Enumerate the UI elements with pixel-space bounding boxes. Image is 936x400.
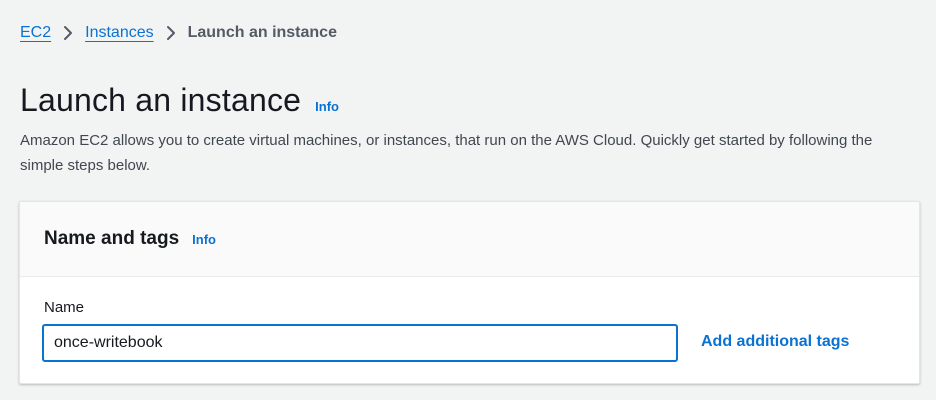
panel-info-link[interactable]: Info — [192, 232, 216, 247]
breadcrumb-item-instances[interactable]: Instances — [85, 24, 153, 42]
panel-title: Name and tags — [44, 228, 180, 249]
page-info-link[interactable]: Info — [315, 99, 339, 114]
breadcrumb-item-current: Launch an instance — [187, 24, 337, 41]
page-title: Launch an instance — [20, 82, 302, 118]
name-input[interactable] — [42, 324, 678, 362]
name-field-label: Name — [44, 299, 85, 316]
name-and-tags-panel: Name and tags Info Name Add additional t… — [19, 201, 920, 384]
chevron-right-icon — [166, 25, 176, 41]
panel-header: Name and tags Info — [20, 202, 919, 277]
chevron-right-icon — [63, 25, 73, 41]
page-description: Amazon EC2 allows you to create virtual … — [20, 132, 873, 174]
add-additional-tags-link[interactable]: Add additional tags — [701, 333, 849, 351]
breadcrumb-item-ec2[interactable]: EC2 — [20, 24, 51, 42]
breadcrumb: EC2 Instances Launch an instance — [20, 21, 337, 45]
page-header: Launch an instance Info — [20, 82, 339, 119]
